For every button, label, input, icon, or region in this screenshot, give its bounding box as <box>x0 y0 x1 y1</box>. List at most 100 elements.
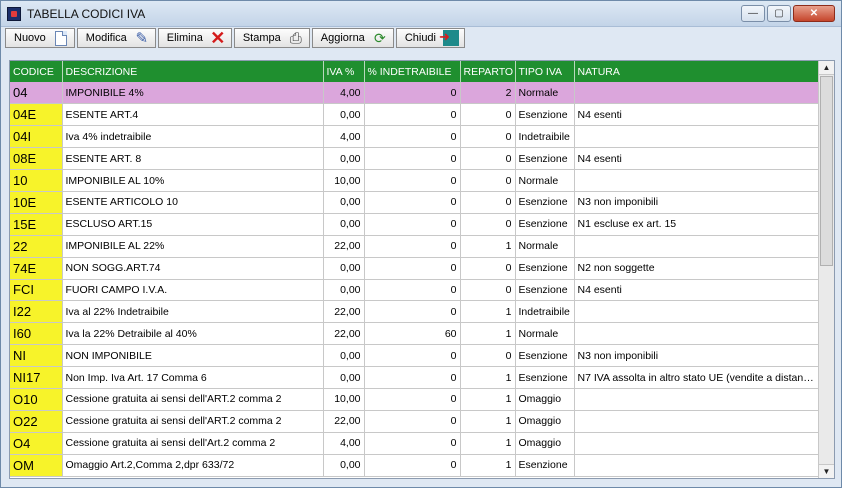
cell-reparto[interactable]: 1 <box>460 322 516 346</box>
cell-indetraibile[interactable]: 0 <box>364 125 461 149</box>
cell-indetraibile[interactable]: 0 <box>364 82 461 105</box>
cell-iva[interactable]: 0,00 <box>323 454 365 477</box>
cell-indetraibile[interactable]: 0 <box>364 410 461 433</box>
cell-indetraibile[interactable]: 0 <box>364 279 461 302</box>
cell-indetraibile[interactable]: 0 <box>364 388 461 411</box>
cell-indetraibile[interactable]: 0 <box>364 169 461 192</box>
cell-natura[interactable] <box>574 125 819 149</box>
cell-codice[interactable]: 22 <box>10 235 63 258</box>
table-row[interactable]: O10 Cessione gratuita ai sensi dell'ART.2… <box>10 388 819 411</box>
cell-iva[interactable]: 4,00 <box>323 432 365 455</box>
cell-tipo-iva[interactable]: Normale <box>515 82 575 105</box>
cell-iva[interactable]: 0,00 <box>323 344 365 368</box>
cell-reparto[interactable]: 0 <box>460 257 516 280</box>
cell-descrizione[interactable]: IMPONIBILE AL 10% <box>62 169 324 192</box>
cell-descrizione[interactable]: Non Imp. Iva Art. 17 Comma 6 <box>62 366 324 389</box>
print-button[interactable]: Stampa ⎙ <box>233 28 310 48</box>
cell-reparto[interactable]: 0 <box>460 344 516 368</box>
cell-descrizione[interactable]: Iva al 22% Indetraibile <box>62 300 324 324</box>
table-row[interactable]: I60 Iva la 22% Detraibile al 40% 22,00 60 1 N… <box>10 322 819 346</box>
cell-tipo-iva[interactable]: Omaggio <box>515 388 575 411</box>
scroll-up-arrow-icon[interactable]: ▲ <box>819 61 834 75</box>
scroll-down-arrow-icon[interactable]: ▼ <box>819 464 834 478</box>
cell-iva[interactable]: 10,00 <box>323 388 365 411</box>
cell-reparto[interactable]: 2 <box>460 82 516 105</box>
cell-codice[interactable]: I22 <box>10 300 63 324</box>
cell-iva[interactable]: 0,00 <box>323 257 365 280</box>
cell-iva[interactable]: 0,00 <box>323 147 365 171</box>
cell-indetraibile[interactable]: 0 <box>364 235 461 258</box>
cell-indetraibile[interactable]: 0 <box>364 432 461 455</box>
cell-descrizione[interactable]: Cessione gratuita ai sensi dell'ART.2 co… <box>62 388 324 411</box>
table-row[interactable]: 74E NON SOGG.ART.74 0,00 0 0 Esenzione N2 non … <box>10 257 819 280</box>
cell-descrizione[interactable]: NON SOGG.ART.74 <box>62 257 324 280</box>
cell-indetraibile[interactable]: 0 <box>364 454 461 477</box>
cell-tipo-iva[interactable]: Esenzione <box>515 103 575 127</box>
cell-reparto[interactable]: 1 <box>460 366 516 389</box>
cell-reparto[interactable]: 1 <box>460 454 516 477</box>
cell-natura[interactable]: N4 esenti <box>574 147 819 171</box>
cell-natura[interactable]: N1 escluse ex art. 15 <box>574 213 819 236</box>
cell-natura[interactable] <box>574 388 819 411</box>
cell-descrizione[interactable]: ESENTE ART. 8 <box>62 147 324 171</box>
cell-reparto[interactable]: 0 <box>460 279 516 302</box>
cell-descrizione[interactable]: FUORI CAMPO I.V.A. <box>62 279 324 302</box>
vertical-scrollbar[interactable]: ▲ ▼ <box>818 61 834 478</box>
cell-tipo-iva[interactable]: Normale <box>515 169 575 192</box>
cell-tipo-iva[interactable]: Esenzione <box>515 147 575 171</box>
cell-tipo-iva[interactable]: Normale <box>515 235 575 258</box>
column-header-descrizione[interactable]: DESCRIZIONE <box>62 61 324 82</box>
table-row[interactable]: 10E ESENTE ARTICOLO 10 0,00 0 0 Esenzione N3 n… <box>10 191 819 214</box>
cell-natura[interactable] <box>574 235 819 258</box>
cell-iva[interactable]: 0,00 <box>323 279 365 302</box>
cell-indetraibile[interactable]: 0 <box>364 344 461 368</box>
cell-iva[interactable]: 10,00 <box>323 169 365 192</box>
cell-reparto[interactable]: 1 <box>460 388 516 411</box>
table-row[interactable]: 04E ESENTE ART.4 0,00 0 0 Esenzione N4 esenti <box>10 103 819 127</box>
cell-reparto[interactable]: 0 <box>460 147 516 171</box>
cell-descrizione[interactable]: ESENTE ART.4 <box>62 103 324 127</box>
delete-button[interactable]: Elimina ✕ <box>157 28 232 48</box>
cell-natura[interactable]: N3 non imponibili <box>574 191 819 214</box>
column-header-natura[interactable]: NATURA <box>574 61 819 82</box>
table-row[interactable]: 04I Iva 4% indetraibile 4,00 0 0 Indetraibile <box>10 125 819 149</box>
cell-reparto[interactable]: 1 <box>460 235 516 258</box>
cell-codice[interactable]: 74E <box>10 257 63 280</box>
table-row[interactable]: O4 Cessione gratuita ai sensi dell'Art.2 … <box>10 432 819 455</box>
minimize-button[interactable]: — <box>741 5 765 22</box>
cell-tipo-iva[interactable]: Esenzione <box>515 257 575 280</box>
cell-indetraibile[interactable]: 0 <box>364 366 461 389</box>
cell-natura[interactable]: N3 non imponibili <box>574 344 819 368</box>
cell-codice[interactable]: O4 <box>10 432 63 455</box>
cell-natura[interactable]: N4 esenti <box>574 103 819 127</box>
close-button[interactable]: Chiudi <box>395 28 465 48</box>
cell-reparto[interactable]: 0 <box>460 169 516 192</box>
cell-tipo-iva[interactable]: Esenzione <box>515 366 575 389</box>
cell-indetraibile[interactable]: 0 <box>364 300 461 324</box>
cell-iva[interactable]: 22,00 <box>323 235 365 258</box>
cell-tipo-iva[interactable]: Esenzione <box>515 213 575 236</box>
cell-descrizione[interactable]: Omaggio Art.2,Comma 2,dpr 633/72 <box>62 454 324 477</box>
cell-natura[interactable]: N2 non soggette <box>574 257 819 280</box>
column-header-tipo-iva[interactable]: TIPO IVA <box>515 61 575 82</box>
cell-codice[interactable]: 04E <box>10 103 63 127</box>
cell-descrizione[interactable]: IMPONIBILE AL 22% <box>62 235 324 258</box>
cell-tipo-iva[interactable]: Esenzione <box>515 344 575 368</box>
maximize-button[interactable]: ▢ <box>767 5 791 22</box>
cell-descrizione[interactable]: Cessione gratuita ai sensi dell'Art.2 co… <box>62 432 324 455</box>
cell-natura[interactable]: N4 esenti <box>574 279 819 302</box>
table-row[interactable]: 15E ESCLUSO ART.15 0,00 0 0 Esenzione N1 esclu… <box>10 213 819 236</box>
cell-reparto[interactable]: 1 <box>460 410 516 433</box>
cell-indetraibile[interactable]: 60 <box>364 322 461 346</box>
cell-codice[interactable]: 10 <box>10 169 63 192</box>
cell-tipo-iva[interactable]: Indetraibile <box>515 125 575 149</box>
table-row[interactable]: NI NON IMPONIBILE 0,00 0 0 Esenzione N3 non im… <box>10 344 819 368</box>
new-button[interactable]: Nuovo <box>5 28 75 48</box>
cell-tipo-iva[interactable]: Esenzione <box>515 279 575 302</box>
table-row[interactable]: FCI FUORI CAMPO I.V.A. 0,00 0 0 Esenzione N4 e… <box>10 279 819 302</box>
cell-iva[interactable]: 0,00 <box>323 213 365 236</box>
cell-indetraibile[interactable]: 0 <box>364 103 461 127</box>
cell-codice[interactable]: 04I <box>10 125 63 149</box>
table-row[interactable]: 22 IMPONIBILE AL 22% 22,00 0 1 Normale <box>10 235 819 258</box>
column-header-codice[interactable]: CODICE <box>10 61 63 82</box>
